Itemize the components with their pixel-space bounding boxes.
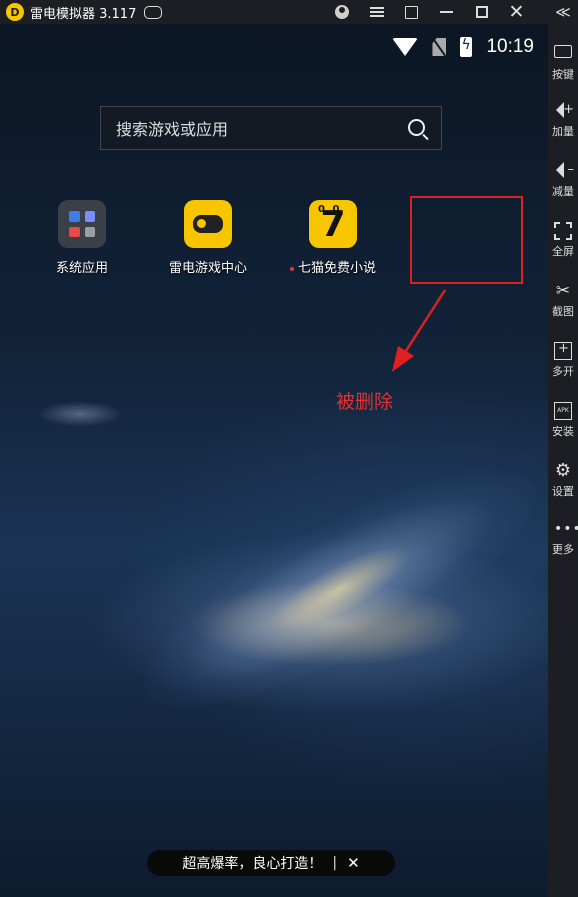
- maximize-button[interactable]: [464, 0, 499, 24]
- volume-down-icon: –: [554, 162, 574, 180]
- sidebar-item-label: 减量: [552, 185, 574, 198]
- screenshot-icon: ✂: [555, 281, 571, 301]
- sidebar-item-label: 全屏: [552, 245, 574, 258]
- more-icon: •••: [554, 521, 578, 537]
- fullscreen-icon: [554, 222, 572, 240]
- shrink-button[interactable]: [394, 0, 429, 24]
- apk-install-icon: APK: [554, 402, 572, 420]
- annotation-arrow: [392, 289, 447, 372]
- ad-text[interactable]: 超高爆率，良心打造！: [182, 853, 322, 873]
- menu-icon: [369, 7, 384, 17]
- sidebar-item-multi-instance[interactable]: 多开: [548, 341, 578, 379]
- sidebar-item-label: 设置: [552, 485, 574, 498]
- sidebar-item-label: 截图: [552, 305, 574, 318]
- ad-separator: |: [332, 855, 338, 871]
- shrink-icon: [405, 5, 418, 19]
- minimize-icon: [440, 11, 453, 13]
- maximize-icon: [475, 6, 488, 18]
- sidebar-item-keys[interactable]: 按键: [548, 42, 578, 82]
- menu-button[interactable]: [359, 0, 394, 24]
- emulator-screen[interactable]: 10:19 搜索游戏或应用 系统应用 雷电游戏中心 0..0 7 七猫免费小说 …: [0, 24, 548, 897]
- deleted-annotation-label: 被删除: [336, 391, 394, 413]
- title-bar: D 雷电模拟器 3.117 ✕: [0, 0, 548, 24]
- sidebar-item-screenshot[interactable]: ✂ 截图: [548, 282, 578, 319]
- app-logo-icon: D: [6, 3, 24, 21]
- sidebar-item-volume-down[interactable]: – 减量: [548, 162, 578, 199]
- sidebar-item-more[interactable]: ••• 更多: [548, 520, 578, 557]
- user-button[interactable]: [324, 0, 359, 24]
- sidebar-item-label: 安装: [552, 425, 574, 438]
- sidebar-item-install[interactable]: APK 安装: [548, 402, 578, 439]
- sidebar-item-label: 更多: [552, 543, 574, 556]
- settings-icon: ⚙: [554, 460, 572, 481]
- user-icon: [334, 5, 349, 19]
- keyboard-icon: [554, 45, 572, 63]
- sidebar-item-settings[interactable]: ⚙ 设置: [548, 462, 578, 499]
- sidebar-item-label: 按键: [552, 68, 574, 81]
- multi-instance-icon: [554, 341, 572, 360]
- window-title: 雷电模拟器 3.117: [30, 6, 137, 22]
- close-button[interactable]: ✕: [499, 0, 534, 24]
- gamepad-icon[interactable]: [144, 5, 163, 19]
- collapse-sidebar-icon[interactable]: ≪: [548, 0, 578, 24]
- sidebar-item-volume-up[interactable]: + 加量: [548, 102, 578, 139]
- close-icon: ✕: [508, 0, 525, 23]
- ad-close-icon[interactable]: ✕: [347, 854, 360, 872]
- sidebar-item-label: 多开: [552, 365, 574, 378]
- ad-banner[interactable]: 超高爆率，良心打造！ | ✕: [147, 850, 395, 876]
- minimize-button[interactable]: [429, 0, 464, 24]
- window-controls: ✕: [324, 0, 534, 24]
- volume-up-icon: +: [554, 102, 574, 120]
- sidebar-item-fullscreen[interactable]: 全屏: [548, 222, 578, 259]
- emulator-sidebar: ≪ 按键 + 加量 – 减量 全屏 ✂ 截图 多开 APK 安装 ⚙ 设置 ••…: [548, 0, 578, 897]
- sidebar-item-label: 加量: [552, 125, 574, 138]
